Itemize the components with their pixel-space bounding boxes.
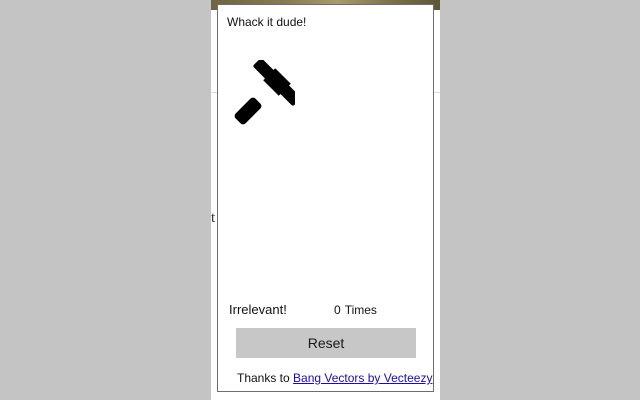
credit-link[interactable]: Bang Vectors by Vecteezy <box>293 371 432 385</box>
credit-line: Thanks to Bang Vectors by Vecteezy <box>237 371 432 385</box>
reset-button[interactable]: Reset <box>236 328 416 358</box>
credit-prefix: Thanks to <box>237 371 290 385</box>
whack-counter: 0 Times <box>334 303 377 317</box>
extension-popup: Whack it dude! Irrelevant! 0 Times Reset … <box>217 4 434 392</box>
gavel-icon[interactable] <box>225 60 295 130</box>
status-row: Irrelevant! 0 Times <box>229 302 419 320</box>
status-label: Irrelevant! <box>229 302 287 317</box>
gavel-graphic <box>234 60 295 125</box>
popup-title: Whack it dude! <box>227 15 307 29</box>
whack-count-unit: Times <box>344 303 377 317</box>
whack-count: 0 <box>334 303 341 317</box>
background-text-fragment: t <box>211 210 216 226</box>
